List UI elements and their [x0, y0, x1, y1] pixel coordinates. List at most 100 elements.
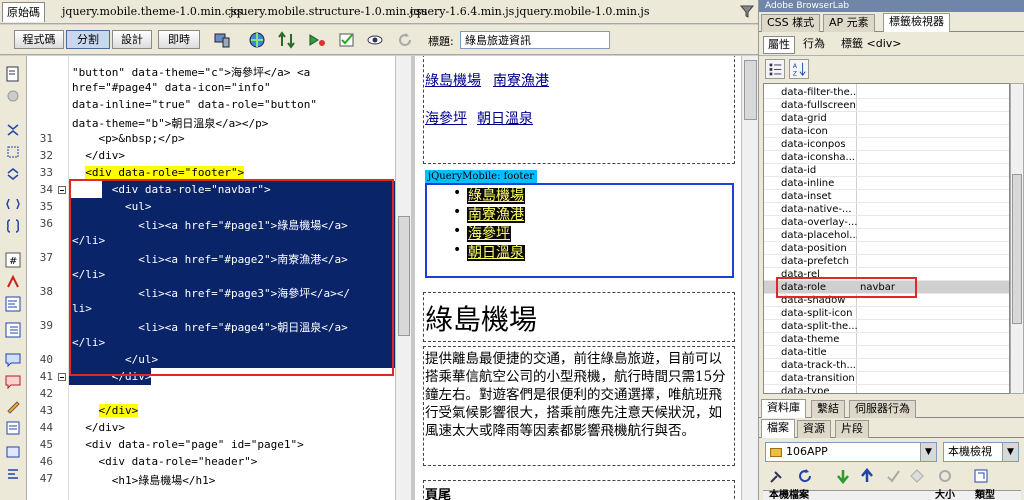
check-in-icon[interactable]	[909, 468, 925, 484]
tab-bindings[interactable]: 繫結	[811, 400, 845, 418]
move-css-icon[interactable]	[5, 444, 21, 460]
file-management-icon[interactable]	[278, 31, 296, 49]
attribute-row[interactable]: data-inline	[764, 177, 1009, 190]
attribute-row[interactable]: data-inset	[764, 190, 1009, 203]
attribute-row[interactable]: data-iconpos	[764, 138, 1009, 151]
tab-source-code[interactable]: 原始碼	[2, 2, 45, 22]
design-scrollbar[interactable]	[741, 56, 758, 500]
visual-aids-icon[interactable]	[366, 31, 384, 49]
chevron-down-icon[interactable]: ▼	[1002, 443, 1018, 461]
col-local-files[interactable]: 本機檔案	[769, 491, 809, 500]
filter-icon[interactable]	[740, 4, 754, 18]
attribute-list[interactable]: data-filter-the... data-fullscreen data-gr…	[763, 83, 1010, 394]
remove-comment-icon[interactable]	[5, 374, 21, 390]
design-scroll-thumb[interactable]	[744, 60, 757, 120]
code-view-button[interactable]: 程式碼	[14, 30, 64, 49]
attribute-row[interactable]: data-split-icon	[764, 307, 1009, 320]
preview-globe-icon[interactable]	[248, 31, 266, 49]
attribute-row[interactable]: data-position	[764, 242, 1009, 255]
tab-jquery-js[interactable]: jquery-1.6.4.min.js	[406, 2, 518, 22]
check-out-icon[interactable]	[885, 468, 901, 484]
attribute-row[interactable]: data-theme	[764, 333, 1009, 346]
attribute-scrollbar[interactable]	[1010, 83, 1024, 394]
attribute-row[interactable]: data-native-...	[764, 203, 1009, 216]
browserlab-panel-title[interactable]: Adobe BrowserLab	[759, 0, 1024, 12]
attribute-row[interactable]: data-filter-the...	[764, 86, 1009, 99]
nav-item-1[interactable]: • 綠島機場	[453, 185, 525, 205]
chevron-down-icon[interactable]: ▼	[920, 443, 936, 461]
code-line[interactable]: <p>&nbsp;</p>	[72, 132, 184, 145]
footer-region-tag[interactable]: jQueryMobile: footer	[425, 170, 538, 183]
attribute-row[interactable]: data-type	[764, 385, 1009, 393]
highlight-invalid-code-icon[interactable]	[5, 274, 21, 290]
site-dropdown[interactable]: 106APP ▼	[765, 442, 937, 462]
tab-snippets[interactable]: 片段	[835, 420, 869, 438]
attribute-row[interactable]: data-placehol...	[764, 229, 1009, 242]
code-line[interactable]: <div data-role="header">	[72, 455, 257, 468]
collapse-full-tag-icon[interactable]	[5, 122, 21, 138]
debug-icon[interactable]	[308, 31, 326, 49]
attribute-row[interactable]: data-iconsha...	[764, 151, 1009, 164]
balance-braces-icon[interactable]	[5, 218, 21, 234]
code-line[interactable]: </div>	[72, 404, 139, 417]
nav-link-3[interactable]: 海參坪	[467, 226, 511, 242]
attribute-scroll-thumb[interactable]	[1012, 174, 1022, 324]
wrap-tag-icon[interactable]	[5, 398, 21, 414]
view-dropdown[interactable]: 本機檢視 ▼	[943, 442, 1019, 462]
code-line[interactable]: <div data-role="page" id="page1">	[72, 438, 304, 451]
tab-assets[interactable]: 資源	[797, 420, 831, 438]
fold-toggle-icon[interactable]	[58, 186, 66, 194]
put-files-icon[interactable]	[859, 468, 875, 484]
get-files-icon[interactable]	[835, 468, 851, 484]
attribute-row[interactable]: data-transition	[764, 372, 1009, 385]
attribute-row[interactable]: data-icon	[764, 125, 1009, 138]
open-documents-icon[interactable]	[5, 66, 21, 82]
nav-item-2[interactable]: • 南寮漁港	[453, 204, 525, 224]
page-title-input[interactable]	[460, 31, 610, 49]
design-link-zhaori-hot-spring[interactable]: 朝日溫泉	[477, 108, 533, 128]
code-scrollbar[interactable]	[395, 56, 411, 500]
code-line[interactable]: <div data-role="footer">	[72, 166, 245, 179]
attribute-row[interactable]: data-id	[764, 164, 1009, 177]
tab-structure-css[interactable]: jquery.mobile.structure-1.0.min.css	[226, 2, 431, 22]
line-numbers-icon[interactable]: #	[5, 252, 21, 268]
design-link-haishenping[interactable]: 海參坪	[425, 108, 467, 128]
collapse-selection-icon[interactable]	[5, 144, 21, 160]
show-code-navigator-icon[interactable]	[5, 88, 21, 104]
tab-css-styles[interactable]: CSS 樣式	[761, 14, 821, 32]
sync-icon[interactable]	[937, 468, 953, 484]
code-line[interactable]: </div>	[72, 421, 125, 434]
attribute-row[interactable]: data-split-the...	[764, 320, 1009, 333]
alphabetical-sort-icon[interactable]: AZ	[789, 59, 809, 79]
attribute-row[interactable]: data-overlay-...	[764, 216, 1009, 229]
refresh-icon[interactable]	[797, 468, 813, 484]
attribute-row[interactable]: data-grid	[764, 112, 1009, 125]
validate-icon[interactable]	[338, 31, 356, 49]
connect-icon[interactable]	[769, 468, 785, 484]
tab-files[interactable]: 檔案	[761, 419, 795, 438]
auto-indent-icon[interactable]	[5, 322, 21, 338]
col-type[interactable]: 類型	[975, 491, 995, 500]
live-view-button[interactable]: 即時	[158, 30, 200, 49]
code-line[interactable]: href="#page4" data-icon="info"	[72, 81, 271, 94]
nav-link-4[interactable]: 朝日溫泉	[467, 245, 525, 261]
recent-snippets-icon[interactable]	[5, 420, 21, 436]
code-line[interactable]: "button" data-theme="c">海參坪</a> <a	[72, 64, 310, 80]
tab-databases[interactable]: 資料庫	[761, 399, 806, 418]
attributes-button[interactable]: 屬性	[763, 36, 795, 54]
nav-link-2[interactable]: 南寮漁港	[467, 207, 525, 223]
attribute-row[interactable]: data-prefetch	[764, 255, 1009, 268]
code-line[interactable]: <h1>綠島機場</h1>	[72, 472, 216, 488]
tab-jquery-mobile-js[interactable]: jquery.mobile-1.0.min.js	[512, 2, 654, 22]
behaviors-button[interactable]: 行為	[799, 36, 829, 54]
nav-link-1[interactable]: 綠島機場	[467, 188, 525, 204]
expand-panel-icon[interactable]	[973, 468, 989, 484]
tab-theme-css[interactable]: jquery.mobile.theme-1.0.min.css	[58, 2, 246, 22]
code-line[interactable]: </div>	[72, 149, 125, 162]
tab-ap-elements[interactable]: AP 元素	[823, 14, 875, 32]
attribute-row[interactable]: data-fullscreen	[764, 99, 1009, 112]
category-view-icon[interactable]	[765, 59, 785, 79]
split-view-button[interactable]: 分割	[66, 30, 110, 49]
design-link-nanliao-harbor[interactable]: 南寮漁港	[493, 70, 549, 90]
syntax-coloring-icon[interactable]	[5, 296, 21, 312]
